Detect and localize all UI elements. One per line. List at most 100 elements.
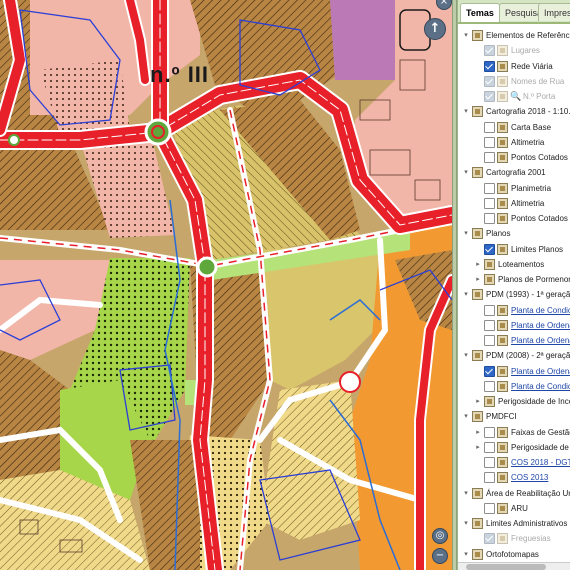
layer-item[interactable]: Carta Base xyxy=(458,120,570,135)
layer-label: Pontos Cotados xyxy=(511,153,568,162)
layer-label: Lugares xyxy=(511,46,540,56)
layer-group[interactable]: ▾ Limites Administrativos xyxy=(458,516,570,531)
layer-checkbox[interactable] xyxy=(484,472,495,484)
layer-item[interactable]: COS 2018 - DGT xyxy=(458,455,570,470)
tab-impressao[interactable]: Impres xyxy=(538,3,570,21)
layer-icon xyxy=(497,197,508,209)
layer-item[interactable]: Lugares xyxy=(458,43,570,58)
layer-checkbox[interactable] xyxy=(484,121,495,133)
collapse-icon[interactable]: ▾ xyxy=(462,348,470,363)
layer-label: Planta de Ordenamento xyxy=(511,336,570,345)
layer-checkbox[interactable] xyxy=(484,60,495,72)
collapse-icon[interactable]: ▾ xyxy=(462,28,470,43)
layer-item[interactable]: ▸ Perigosidade de Incêndio xyxy=(458,440,570,455)
layer-group[interactable]: ▸ Perigosidade de Incêndio xyxy=(458,394,570,409)
expand-icon[interactable]: ▸ xyxy=(474,257,482,272)
layer-label: Altimetria xyxy=(511,198,545,208)
collapse-icon[interactable]: ▾ xyxy=(462,287,470,302)
layer-label: Planos xyxy=(486,229,511,239)
layer-icon xyxy=(497,533,508,545)
layer-item[interactable]: Pontos Cotados xyxy=(458,150,570,165)
layer-checkbox[interactable] xyxy=(484,319,495,331)
layer-item[interactable]: Planimetria xyxy=(458,181,570,196)
locate-icon[interactable]: ◎ xyxy=(432,528,448,544)
layer-group[interactable]: ▾ Ortofotomapas xyxy=(458,547,570,562)
layer-checkbox[interactable] xyxy=(484,136,495,148)
layer-label: ARU xyxy=(511,503,528,513)
layer-icon xyxy=(497,75,508,87)
layer-checkbox[interactable] xyxy=(484,197,495,209)
collapse-icon[interactable]: ▾ xyxy=(462,226,470,241)
layer-checkbox[interactable] xyxy=(484,441,495,453)
collapse-icon[interactable]: ▾ xyxy=(462,486,470,501)
layer-label: Limites Administrativos xyxy=(486,519,568,528)
layer-checkbox[interactable] xyxy=(484,335,495,346)
layer-folder-icon xyxy=(472,487,483,499)
layer-item[interactable]: Limites Planos xyxy=(458,242,570,257)
layer-folder-icon xyxy=(484,396,495,407)
layer-label: Planimetria xyxy=(511,183,552,193)
layer-label: Elementos de Referência xyxy=(486,31,570,40)
layer-checkbox[interactable] xyxy=(484,182,495,194)
collapse-icon[interactable]: ▾ xyxy=(462,516,470,531)
layer-label: COS 2013 xyxy=(511,473,549,483)
layer-checkbox[interactable] xyxy=(484,502,495,514)
expand-icon[interactable]: ▸ xyxy=(474,440,482,455)
tab-temas[interactable]: Temas xyxy=(460,3,500,23)
layer-label: Faixas de Gestão de xyxy=(511,427,570,437)
map-canvas[interactable] xyxy=(0,0,452,570)
collapse-icon[interactable]: ▾ xyxy=(462,409,470,424)
layer-checkbox[interactable] xyxy=(484,380,495,392)
layer-checkbox[interactable] xyxy=(484,304,495,316)
layer-icon xyxy=(497,441,508,453)
layer-item[interactable]: Planta de Ordenamento xyxy=(458,364,570,379)
scroll-thumb[interactable] xyxy=(466,564,546,570)
layer-item[interactable]: COS 2013 xyxy=(458,470,570,485)
layer-item[interactable]: ARU xyxy=(458,501,570,516)
layer-checkbox[interactable] xyxy=(484,152,495,163)
layer-checkbox[interactable] xyxy=(484,243,495,255)
layer-group[interactable]: ▾ Área de Reabilitação Urbana xyxy=(458,486,570,501)
layer-item[interactable]: Rede Viária xyxy=(458,59,570,74)
layer-checkbox[interactable] xyxy=(484,426,495,438)
compass-icon[interactable]: ↑ xyxy=(424,18,446,40)
layer-item[interactable]: Altimetria xyxy=(458,196,570,211)
layer-item[interactable]: Altimetria xyxy=(458,135,570,150)
layer-checkbox xyxy=(484,533,495,545)
layer-group[interactable]: ▾ PMDFCI xyxy=(458,409,570,424)
map-zone-label: n.º III xyxy=(150,62,210,87)
layer-checkbox[interactable] xyxy=(484,457,495,468)
collapse-icon[interactable]: ▾ xyxy=(462,104,470,119)
layer-group[interactable]: ▾ Cartografia 2001 xyxy=(458,165,570,180)
collapse-icon[interactable]: ▾ xyxy=(462,165,470,180)
layer-item[interactable]: 🔍 N.º Porta xyxy=(458,89,570,104)
expand-icon[interactable]: ▸ xyxy=(474,425,482,440)
map-view[interactable]: n.º III ↑ × ◎ − xyxy=(0,0,452,570)
layer-label: PDM (1993) - 1ª geração xyxy=(486,290,570,300)
layer-group[interactable]: ▾ Cartografia 2018 - 1:10.000 xyxy=(458,104,570,119)
layer-item[interactable]: Freguesias xyxy=(458,531,570,546)
layer-item[interactable]: Planta de Ordenamento xyxy=(458,333,570,348)
horizontal-scrollbar[interactable] xyxy=(458,562,570,570)
layer-icon xyxy=(497,365,508,377)
layer-checkbox[interactable] xyxy=(484,213,495,224)
layer-item[interactable]: Pontos Cotados xyxy=(458,211,570,226)
layer-item[interactable]: Planta de Condicionantes xyxy=(458,379,570,394)
expand-icon[interactable]: ▸ xyxy=(474,394,482,409)
layer-group[interactable]: ▸ Planos de Pormenor xyxy=(458,272,570,287)
zoom-out-icon[interactable]: − xyxy=(432,548,448,564)
layer-group[interactable]: ▾ Elementos de Referência xyxy=(458,28,570,43)
layer-item[interactable]: Planta de Condicionantes xyxy=(458,303,570,318)
layer-group[interactable]: ▾ PDM (2008) - 2ª geração xyxy=(458,348,570,363)
expand-icon[interactable]: ▸ xyxy=(474,272,482,287)
layer-item[interactable]: Planta de Ordenamento xyxy=(458,318,570,333)
layer-item[interactable]: Nomes de Rua xyxy=(458,74,570,89)
collapse-icon[interactable]: ▾ xyxy=(462,547,470,562)
layer-checkbox xyxy=(484,91,495,102)
layer-group[interactable]: ▾ Planos xyxy=(458,226,570,241)
layer-checkbox[interactable] xyxy=(484,365,495,377)
layer-group[interactable]: ▾ PDM (1993) - 1ª geração xyxy=(458,287,570,302)
layer-group[interactable]: ▸ Loteamentos xyxy=(458,257,570,272)
layer-item[interactable]: ▸ Faixas de Gestão de xyxy=(458,425,570,440)
layer-label: PMDFCI xyxy=(486,412,517,422)
